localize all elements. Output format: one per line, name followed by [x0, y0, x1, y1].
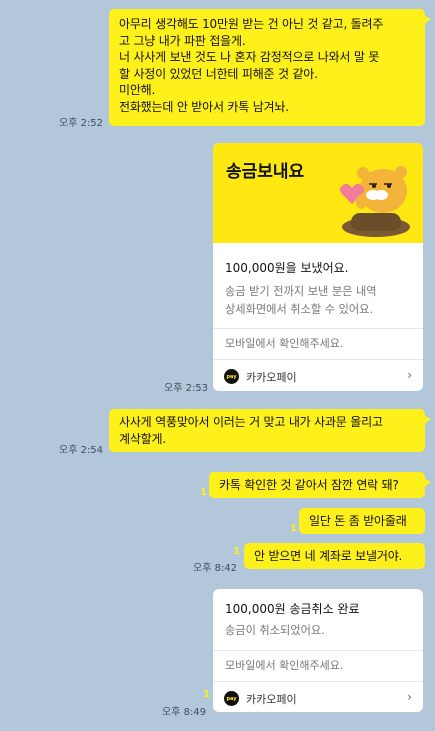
message-bubble[interactable]: 사사게 역풍맞아서 이러는 거 맞고 내가 사과문 올리고 계삭할게.	[109, 409, 431, 452]
mobile-note: 모바일에서 확인해주세요.	[225, 337, 344, 350]
transfer-description-line: 송금 받기 전까지 보낸 분은 내역	[225, 285, 377, 298]
read-count: 1	[200, 487, 207, 498]
message-line: 미안해.	[119, 83, 156, 97]
chevron-right-icon: ›	[407, 690, 412, 704]
message-line: 고 그냥 내가 파판 접을게.	[119, 33, 246, 48]
transfer-amount: 100,000원을 보냈어요.	[225, 261, 349, 275]
chevron-right-icon: ›	[407, 368, 412, 382]
read-count: 1	[233, 546, 240, 557]
message-bubble[interactable]: 안 받으면 네 계좌로 보낼거야.	[244, 543, 425, 569]
transfer-card-title: 송금보내요	[226, 162, 305, 182]
kakaopay-icon: pay	[224, 691, 239, 706]
message-time: 오후 8:42	[193, 563, 238, 574]
cancel-amount: 100,000원 송금취소 완료	[225, 602, 360, 616]
kakaopay-label: 카카오페이	[246, 693, 297, 706]
message-time: 오후 2:53	[164, 383, 209, 394]
message-bubble[interactable]: 일단 돈 좀 받아줄래	[299, 508, 425, 534]
transfer-cancel-card[interactable]: 100,000원 송금취소 완료 송금이 취소되었어요. 모바일에서 확인해주세…	[213, 589, 423, 712]
message-bubble[interactable]: 카톡 확인한 것 같아서 잠깐 연락 돼?	[209, 472, 431, 498]
kakaopay-label: 카카오페이	[246, 371, 297, 384]
message-text: 일단 돈 좀 받아줄래	[309, 514, 407, 528]
chat-screen: { "colors": { "background": "#b2c7d9", "…	[0, 0, 435, 731]
transfer-card-header: 송금보내요	[213, 143, 423, 243]
transfer-card[interactable]: 송금보내요 100,000원을 보냈어요. 송금 받기 전까지 보낸 분은 내역…	[213, 143, 423, 391]
kakaopay-icon: pay	[224, 369, 239, 384]
mobile-note: 모바일에서 확인해주세요.	[225, 659, 344, 672]
read-count: 1	[290, 523, 297, 534]
message-line: 전화했는데 안 받아서 카톡 남겨놔.	[119, 99, 289, 114]
ryan-heart-sticker-icon	[340, 166, 410, 237]
message-line: 아무리 생각해도 10만원 받는 건 아닌 것 같고, 돌려주	[119, 17, 384, 31]
kakaopay-link[interactable]: pay 카카오페이 ›	[213, 360, 423, 391]
message-time: 오후 2:54	[59, 445, 104, 456]
message-bubble[interactable]: 아무리 생각해도 10만원 받는 건 아닌 것 같고, 돌려주 고 그냥 내가 …	[109, 9, 431, 126]
message-text: 카톡 확인한 것 같아서 잠깐 연락 돼?	[219, 478, 399, 492]
message-time: 오후 2:52	[59, 118, 104, 129]
message-time: 오후 8:49	[162, 707, 207, 718]
kakaopay-link[interactable]: pay 카카오페이 ›	[213, 682, 423, 712]
cancel-description: 송금이 취소되었어요.	[225, 624, 325, 637]
read-count: 1	[203, 689, 210, 700]
message-line: 계삭할게.	[119, 431, 166, 446]
message-line: 너 사사게 보낸 것도 나 혼자 감정적으로 나와서 말 못	[119, 50, 380, 64]
message-line: 할 사정이 있었던 너한테 피해준 것 같아.	[119, 66, 318, 81]
transfer-description-line: 상세화면에서 취소할 수 있어요.	[225, 303, 374, 316]
transfer-description: 송금 받기 전까지 보낸 분은 내역 상세화면에서 취소할 수 있어요.	[225, 283, 411, 319]
message-line: 사사게 역풍맞아서 이러는 거 맞고 내가 사과문 올리고	[119, 415, 383, 429]
message-text: 안 받으면 네 계좌로 보낼거야.	[254, 549, 403, 563]
